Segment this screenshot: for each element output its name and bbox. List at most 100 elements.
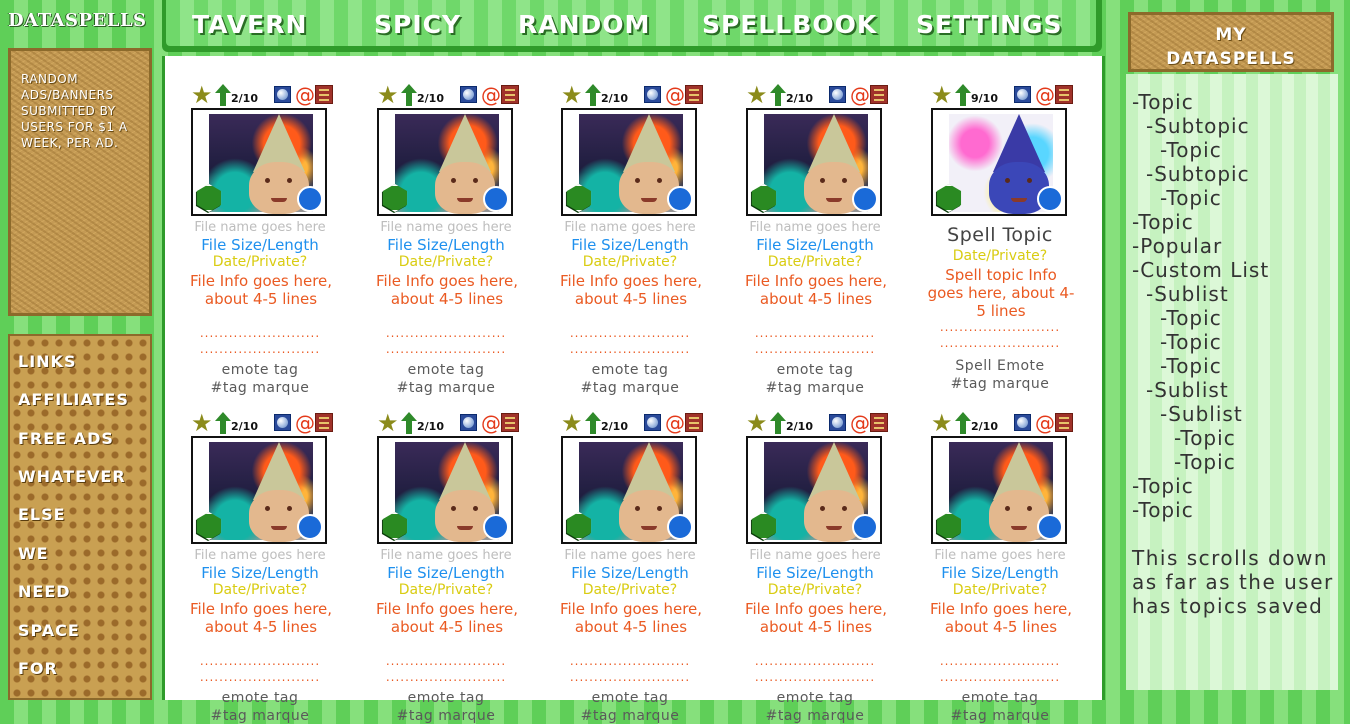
sphere-icon[interactable]: [644, 414, 661, 431]
up-arrow-icon[interactable]: [215, 412, 231, 434]
sphere-icon[interactable]: [460, 414, 477, 431]
swirl-icon[interactable]: @: [850, 84, 870, 106]
topic-item[interactable]: -Topic: [1160, 330, 1222, 354]
tag-marquee[interactable]: #tag marque: [351, 708, 541, 724]
scroll-icon[interactable]: [1055, 413, 1073, 432]
tag-marquee[interactable]: #tag marque: [905, 376, 1095, 392]
scroll-icon[interactable]: [870, 413, 888, 432]
topic-item[interactable]: -Sublist: [1146, 378, 1229, 402]
emote-tag[interactable]: emote tag: [535, 362, 725, 378]
file-name[interactable]: File name goes here: [720, 548, 910, 563]
swirl-icon[interactable]: @: [1035, 84, 1055, 106]
spell-card[interactable]: ★ 2/10 @ File name goes here File Size/L…: [165, 68, 345, 396]
blue-dot-icon[interactable]: [483, 514, 509, 540]
file-name[interactable]: File name goes here: [535, 220, 725, 235]
tag-marquee[interactable]: #tag marque: [165, 708, 355, 724]
blue-dot-icon[interactable]: [1037, 186, 1063, 212]
sphere-icon[interactable]: [274, 86, 291, 103]
up-arrow-icon[interactable]: [585, 412, 601, 434]
star-icon[interactable]: ★: [561, 82, 583, 108]
card-thumbnail[interactable]: [746, 108, 882, 216]
tag-marquee[interactable]: #tag marque: [165, 380, 355, 396]
topic-item[interactable]: -Topic: [1160, 306, 1222, 330]
topic-item[interactable]: -Topic: [1174, 426, 1236, 450]
scroll-icon[interactable]: [501, 413, 519, 432]
card-thumbnail[interactable]: [191, 436, 327, 544]
star-icon[interactable]: ★: [931, 410, 953, 436]
topic-item[interactable]: -Popular: [1132, 234, 1222, 258]
spell-topic-title[interactable]: Spell Topic: [905, 224, 1095, 246]
file-name[interactable]: File name goes here: [535, 548, 725, 563]
swirl-icon[interactable]: @: [481, 84, 501, 106]
tab-random[interactable]: RANDOM: [518, 10, 650, 39]
star-icon[interactable]: ★: [931, 82, 953, 108]
up-arrow-icon[interactable]: [215, 84, 231, 106]
tab-spellbook[interactable]: SPELLBOOK: [702, 10, 877, 39]
topic-item[interactable]: -Topic: [1132, 474, 1194, 498]
emote-tag[interactable]: Spell Emote: [905, 358, 1095, 374]
emote-tag[interactable]: emote tag: [720, 690, 910, 706]
topic-item[interactable]: -Topic: [1132, 210, 1194, 234]
card-thumbnail[interactable]: [191, 108, 327, 216]
spell-card[interactable]: ★ 2/10 @ File name goes here File Size/L…: [905, 396, 1085, 724]
star-icon[interactable]: ★: [561, 410, 583, 436]
card-thumbnail[interactable]: [561, 436, 697, 544]
sphere-icon[interactable]: [1014, 414, 1031, 431]
blue-dot-icon[interactable]: [667, 186, 693, 212]
tag-marquee[interactable]: #tag marque: [720, 380, 910, 396]
file-name[interactable]: File name goes here: [905, 548, 1095, 563]
tab-settings[interactable]: SETTINGS: [916, 10, 1063, 39]
card-thumbnail[interactable]: [931, 108, 1067, 216]
ad-banner[interactable]: RANDOM ADS/BANNERS SUBMITTED BY USERS FO…: [8, 48, 152, 316]
topic-item[interactable]: -Topic: [1160, 186, 1222, 210]
spell-card[interactable]: ★ 2/10 @ File name goes here File Size/L…: [535, 396, 715, 724]
link-affiliates[interactable]: AFFILIATES: [18, 390, 129, 409]
sphere-icon[interactable]: [644, 86, 661, 103]
up-arrow-icon[interactable]: [770, 412, 786, 434]
scroll-icon[interactable]: [685, 413, 703, 432]
blue-dot-icon[interactable]: [297, 514, 323, 540]
emote-tag[interactable]: emote tag: [351, 690, 541, 706]
spell-card[interactable]: ★ 2/10 @ File name goes here File Size/L…: [165, 396, 345, 724]
spell-card[interactable]: ★ 2/10 @ File name goes here File Size/L…: [720, 396, 900, 724]
emote-tag[interactable]: emote tag: [905, 690, 1095, 706]
blue-dot-icon[interactable]: [852, 186, 878, 212]
up-arrow-icon[interactable]: [401, 84, 417, 106]
topic-item[interactable]: -Sublist: [1160, 402, 1243, 426]
up-arrow-icon[interactable]: [955, 412, 971, 434]
scroll-icon[interactable]: [1055, 85, 1073, 104]
swirl-icon[interactable]: @: [1035, 412, 1055, 434]
link-else[interactable]: ELSE: [18, 505, 66, 524]
topic-item[interactable]: -Topic: [1160, 354, 1222, 378]
tag-marquee[interactable]: #tag marque: [535, 708, 725, 724]
scroll-icon[interactable]: [870, 85, 888, 104]
tag-marquee[interactable]: #tag marque: [351, 380, 541, 396]
link-for[interactable]: FOR: [18, 659, 58, 678]
emote-tag[interactable]: emote tag: [351, 362, 541, 378]
file-name[interactable]: File name goes here: [165, 220, 355, 235]
card-thumbnail[interactable]: [931, 436, 1067, 544]
blue-dot-icon[interactable]: [483, 186, 509, 212]
file-name[interactable]: File name goes here: [165, 548, 355, 563]
emote-tag[interactable]: emote tag: [720, 362, 910, 378]
swirl-icon[interactable]: @: [665, 84, 685, 106]
link-space[interactable]: SPACE: [18, 621, 80, 640]
spell-card[interactable]: ★ 9/10 @ Spell Topic Date/Private? Spell…: [905, 68, 1085, 392]
up-arrow-icon[interactable]: [955, 84, 971, 106]
file-name[interactable]: File name goes here: [720, 220, 910, 235]
star-icon[interactable]: ★: [746, 82, 768, 108]
link-need[interactable]: NEED: [18, 582, 71, 601]
star-icon[interactable]: ★: [191, 82, 213, 108]
card-thumbnail[interactable]: [377, 436, 513, 544]
swirl-icon[interactable]: @: [665, 412, 685, 434]
scroll-icon[interactable]: [315, 413, 333, 432]
file-name[interactable]: File name goes here: [351, 220, 541, 235]
scroll-icon[interactable]: [685, 85, 703, 104]
star-icon[interactable]: ★: [377, 410, 399, 436]
up-arrow-icon[interactable]: [585, 84, 601, 106]
swirl-icon[interactable]: @: [295, 84, 315, 106]
link-free-ads[interactable]: FREE ADS: [18, 429, 114, 448]
sphere-icon[interactable]: [460, 86, 477, 103]
tab-tavern[interactable]: TAVERN: [192, 10, 307, 39]
tab-spicy[interactable]: SPICY: [374, 10, 461, 39]
